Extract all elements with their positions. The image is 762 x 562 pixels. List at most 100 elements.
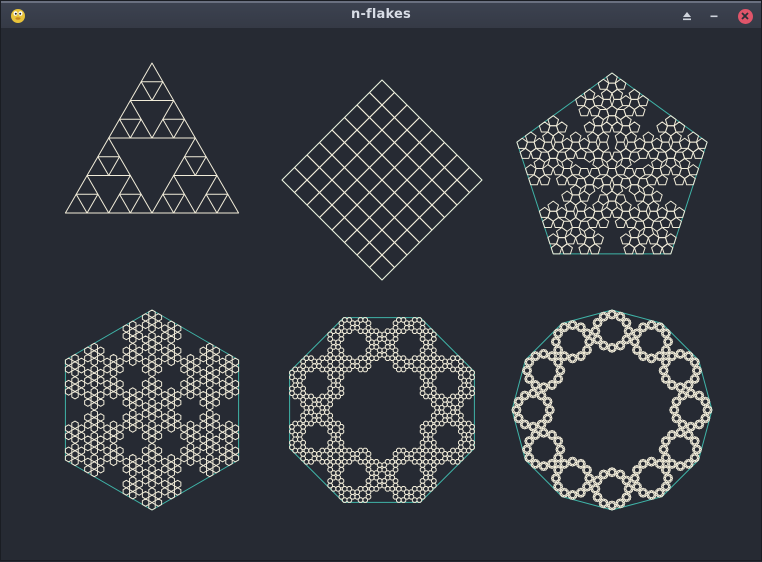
flake-polygon [362, 497, 369, 503]
flake-polygon [311, 396, 318, 403]
flake-polygon [600, 469, 604, 473]
flake-polygon [547, 210, 560, 222]
flake-polygon [529, 422, 533, 426]
flake-polygon [206, 409, 214, 418]
flake-polygon [90, 357, 98, 367]
flake-polygon [129, 118, 153, 139]
flake-polygon [161, 390, 169, 400]
flake-polygon [458, 428, 464, 435]
flake-polygon [122, 353, 131, 363]
flake-polygon [381, 142, 408, 168]
flake-polygon [173, 156, 196, 176]
flake-polygon [368, 474, 375, 481]
minimize-button[interactable] [705, 7, 723, 25]
flake-polygon [620, 200, 632, 212]
flake-polygon [400, 328, 407, 334]
flake-polygon [691, 453, 695, 457]
flake-polygon [354, 455, 361, 462]
flake-polygon [561, 167, 573, 180]
flake-polygon [519, 147, 532, 159]
flake-polygon [552, 131, 565, 143]
flake-polygon [129, 350, 137, 359]
flake-polygon [154, 424, 163, 433]
flake-polygon [96, 413, 105, 422]
flake-polygon [148, 502, 156, 511]
flake-polygon [206, 416, 214, 426]
title-bar[interactable]: n-flakes [1, 1, 761, 28]
flake-polygon [564, 210, 577, 222]
flake-polygon [416, 497, 423, 503]
flake-polygon [173, 118, 196, 139]
flake-polygon [639, 459, 643, 463]
flake-polygon [685, 380, 689, 384]
flake-polygon [71, 442, 79, 452]
flake-polygon [651, 157, 663, 169]
flake-polygon [225, 376, 233, 385]
flake-polygon [216, 193, 240, 214]
flake-polygon [419, 451, 426, 457]
flake-polygon [592, 210, 604, 222]
flake-polygon [129, 461, 137, 470]
flake-polygon [167, 335, 175, 344]
flake-polygon [225, 450, 233, 459]
flake-polygon [673, 174, 686, 186]
flake-polygon [173, 324, 182, 333]
flake-polygon [109, 368, 118, 378]
flake-polygon [670, 141, 682, 153]
flake-polygon [327, 428, 334, 435]
flake-polygon [116, 357, 124, 367]
flake-polygon [327, 396, 334, 403]
flake-polygon [135, 331, 143, 341]
flake-polygon [84, 465, 92, 474]
flake-polygon [569, 184, 582, 196]
flake-polygon [206, 350, 214, 359]
flake-polygon [614, 216, 627, 229]
flake-polygon [206, 402, 214, 411]
flake-polygon [122, 413, 131, 422]
flake-polygon [129, 409, 137, 418]
flake-polygon [637, 210, 649, 222]
flake-polygon [129, 394, 137, 404]
flake-polygon [513, 405, 517, 409]
flake-polygon [577, 488, 581, 492]
flake-polygon [212, 398, 220, 407]
flake-polygon [109, 435, 118, 444]
flake-polygon [406, 192, 433, 218]
flake-polygon [186, 450, 195, 459]
flake-polygon [335, 393, 341, 400]
flake-polygon [403, 358, 410, 365]
flake-polygon [577, 351, 581, 355]
flake-polygon [628, 227, 641, 239]
flake-polygon [180, 453, 188, 463]
flake-polygon [692, 147, 705, 159]
flake-polygon [129, 342, 137, 352]
flake-polygon [381, 336, 388, 342]
flake-polygon [677, 382, 680, 386]
flake-polygon [129, 193, 153, 214]
flake-polygon [589, 243, 601, 255]
flake-polygon [206, 394, 214, 404]
flake-polygon [148, 331, 156, 341]
flake-polygon [369, 254, 395, 281]
flake-polygon [552, 473, 556, 477]
flake-polygon [458, 374, 464, 381]
close-button[interactable] [736, 7, 754, 25]
flake-polygon [423, 366, 429, 373]
flake-polygon [300, 439, 306, 446]
flake-polygon [148, 413, 156, 422]
flake-polygon [167, 357, 175, 367]
flake-polygon [369, 79, 395, 106]
flake-polygon [454, 458, 461, 465]
flake-polygon [469, 423, 475, 430]
shade-button[interactable] [678, 7, 696, 25]
flake-polygon [90, 424, 98, 433]
flake-polygon [173, 193, 196, 214]
flake-polygon [205, 175, 229, 195]
flake-polygon [583, 345, 587, 349]
flake-polygon [193, 387, 201, 396]
flake-polygon [532, 351, 536, 355]
flake-polygon [129, 402, 137, 411]
flake-polygon [90, 461, 98, 470]
flake-polygon [206, 439, 214, 448]
flake-polygon [392, 325, 399, 331]
